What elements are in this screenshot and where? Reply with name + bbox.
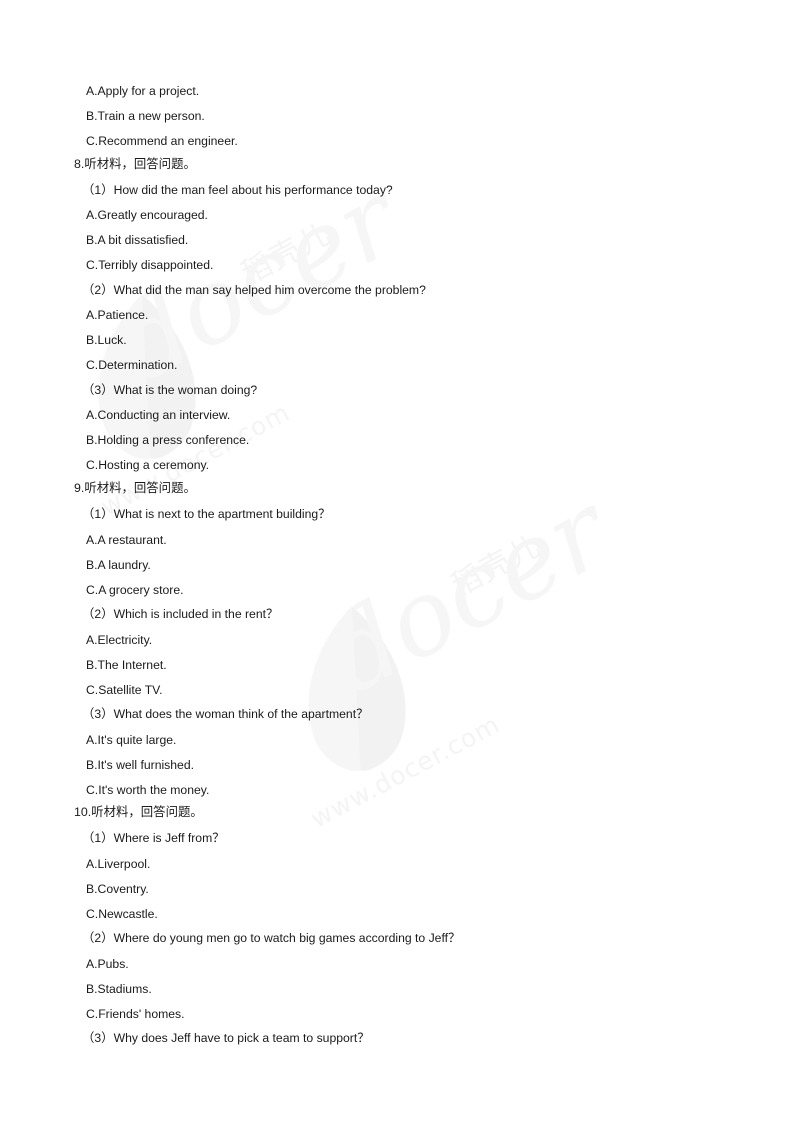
cjk-text: （ <box>82 930 95 945</box>
answer-option: B.Stadiums. <box>86 982 152 996</box>
cjk-text: ？ <box>265 606 279 621</box>
answer-option: C.A grocery store. <box>86 583 184 597</box>
cjk-text: ？ <box>448 930 461 945</box>
question-heading: 10.听材料，回答问题。 <box>74 804 203 820</box>
cjk-text: （ <box>82 282 95 297</box>
cjk-text: （ <box>82 182 95 197</box>
cjk-text: ） <box>101 382 114 397</box>
document-page: 稻壳儿 docer www.docer.com 稻壳儿 docer www.do… <box>0 0 794 1123</box>
answer-option: C.Newcastle. <box>86 907 158 921</box>
cjk-text: （ <box>82 1030 95 1045</box>
cjk-text: ） <box>101 706 114 721</box>
cjk-text: ） <box>101 282 114 297</box>
cjk-text: ？ <box>356 706 369 721</box>
answer-option: A.Conducting an interview. <box>86 408 231 422</box>
cjk-text: （ <box>82 506 95 521</box>
cjk-text: ？ <box>212 830 225 845</box>
answer-option: C.Satellite TV. <box>86 683 163 697</box>
cjk-text: ） <box>101 1030 114 1045</box>
answer-option: B.Coventry. <box>86 882 149 896</box>
answer-option: A.Pubs. <box>86 957 129 971</box>
answer-option: C.Recommend an engineer. <box>86 134 238 148</box>
answer-option: A.Patience. <box>86 308 149 322</box>
cjk-text: ） <box>101 182 114 197</box>
answer-option: A.It's quite large. <box>86 733 177 747</box>
cjk-text: ） <box>101 506 114 521</box>
cjk-text: ？ <box>357 1030 370 1045</box>
answer-option: C.It's worth the money. <box>86 783 210 797</box>
document-text-body: A.Apply for a project. B.Train a new pers… <box>0 0 794 1123</box>
answer-option: C.Terribly disappointed. <box>86 258 214 272</box>
answer-option: B.Holding a press conference. <box>86 433 250 447</box>
answer-option: A.Electricity. <box>86 633 153 647</box>
cjk-text: ） <box>101 930 114 945</box>
answer-option: A.A restaurant. <box>86 533 167 547</box>
cjk-text: 听材料，回答问题。 <box>91 804 203 819</box>
sub-question: （3）What does the woman think of the apar… <box>82 706 369 722</box>
answer-option: B.The Internet. <box>86 658 167 672</box>
answer-option: A.Apply for a project. <box>86 84 200 98</box>
cjk-text: ？ <box>318 506 331 521</box>
answer-option: A.Greatly encouraged. <box>86 208 208 222</box>
answer-option: A.Liverpool. <box>86 857 151 871</box>
cjk-text: （ <box>82 706 95 721</box>
answer-option: C.Friends' homes. <box>86 1007 185 1021</box>
cjk-text: 听材料，回答问题。 <box>84 156 196 171</box>
answer-option: C.Hosting a ceremony. <box>86 458 210 472</box>
sub-question: （3）Why does Jeff have to pick a team to … <box>82 1030 370 1046</box>
answer-option: B.A bit dissatisfied. <box>86 233 189 247</box>
answer-option: B.Train a new person. <box>86 109 205 123</box>
answer-option: B.It's well furnished. <box>86 758 194 772</box>
sub-question: （1）How did the man feel about his perfor… <box>82 182 393 198</box>
sub-question: （2）What did the man say helped him overc… <box>82 282 426 298</box>
cjk-text: ） <box>101 606 114 621</box>
sub-question: （2）Which is included in the rent？ <box>82 606 279 622</box>
cjk-text: 听材料，回答问题。 <box>84 480 196 495</box>
cjk-text: （ <box>82 606 95 621</box>
answer-option: C.Determination. <box>86 358 178 372</box>
cjk-text: （ <box>82 382 95 397</box>
cjk-text: （ <box>82 830 95 845</box>
question-heading: 9.听材料，回答问题。 <box>74 480 196 496</box>
sub-question: （1）What is next to the apartment buildin… <box>82 506 331 522</box>
question-heading: 8.听材料，回答问题。 <box>74 156 196 172</box>
sub-question: （2）Where do young men go to watch big ga… <box>82 930 461 946</box>
answer-option: B.A laundry. <box>86 558 151 572</box>
sub-question: （1）Where is Jeff from？ <box>82 830 225 846</box>
cjk-text: ） <box>101 830 114 845</box>
sub-question: （3）What is the woman doing? <box>82 382 258 398</box>
answer-option: B.Luck. <box>86 333 127 347</box>
